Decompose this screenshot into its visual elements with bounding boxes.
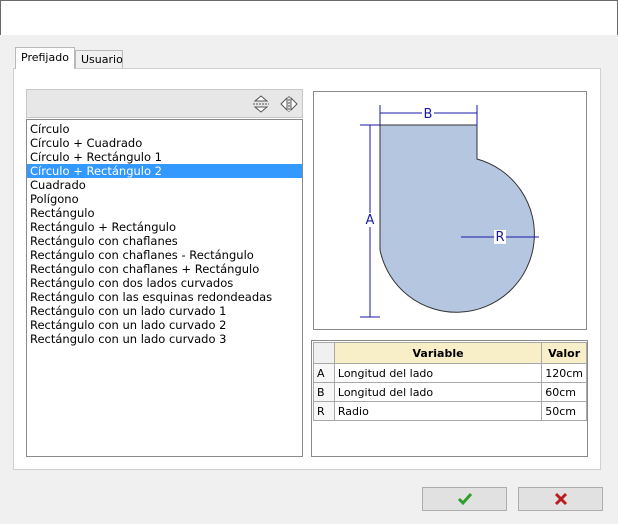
cancel-button[interactable] bbox=[518, 487, 603, 511]
sort-vertical-icon[interactable] bbox=[251, 94, 271, 114]
checkmark-icon bbox=[457, 493, 472, 506]
shapes-list: Círculo Círculo + Cuadrado Círculo + Rectá… bbox=[27, 120, 302, 346]
table-cell-variable: Radio bbox=[333, 401, 543, 421]
label-b: B bbox=[424, 107, 433, 122]
table-cell-value: 120cm bbox=[541, 363, 587, 383]
list-item[interactable]: Rectángulo con un lado curvado 1 bbox=[27, 304, 302, 318]
list-item[interactable]: Círculo + Rectángulo 1 bbox=[27, 150, 302, 164]
table-cell-value: 60cm bbox=[541, 382, 587, 402]
table-cell-key: R bbox=[313, 401, 335, 421]
table-cell-key: B bbox=[313, 382, 335, 402]
list-toolbar bbox=[26, 89, 303, 118]
list-item[interactable]: Polígono bbox=[27, 192, 302, 206]
table-row[interactable]: A Longitud del lado 120cm bbox=[313, 363, 587, 383]
tab-usuario[interactable]: Usuario bbox=[75, 50, 123, 68]
shapes-listbox[interactable]: Círculo Círculo + Cuadrado Círculo + Rectá… bbox=[26, 119, 303, 457]
dialog-title-bar bbox=[0, 0, 618, 35]
shape-preview: B A R bbox=[313, 91, 587, 330]
tab-prefijado[interactable]: Prefijado bbox=[15, 47, 75, 69]
list-item[interactable]: Rectángulo bbox=[27, 206, 302, 220]
list-item[interactable]: Círculo + Cuadrado bbox=[27, 136, 302, 150]
list-item[interactable]: Rectángulo con un lado curvado 3 bbox=[27, 332, 302, 346]
mirror-horizontal-icon[interactable] bbox=[279, 94, 299, 114]
table-header-corner bbox=[313, 342, 335, 364]
table-header-row: Variable Valor bbox=[313, 342, 587, 364]
list-item[interactable]: Rectángulo + Rectángulo bbox=[27, 220, 302, 234]
table-header-variable: Variable bbox=[333, 342, 543, 364]
list-item[interactable]: Cuadrado bbox=[27, 178, 302, 192]
variables-table: Variable Valor A Longitud del lado 120cm B L… bbox=[311, 340, 588, 457]
table-row[interactable]: R Radio 50cm bbox=[313, 401, 587, 421]
list-item[interactable]: Rectángulo con un lado curvado 2 bbox=[27, 318, 302, 332]
list-item[interactable]: Rectángulo con chaflanes - Rectángulo bbox=[27, 248, 302, 262]
label-a: A bbox=[366, 213, 375, 228]
list-item[interactable]: Rectángulo con las esquinas redondeadas bbox=[27, 290, 302, 304]
list-item[interactable]: Círculo + Rectángulo 2 bbox=[27, 164, 302, 178]
table-cell-variable: Longitud del lado bbox=[333, 382, 543, 402]
shape-outline bbox=[379, 124, 535, 313]
list-item[interactable]: Rectángulo con chaflanes + Rectángulo bbox=[27, 262, 302, 276]
table-cell-variable: Longitud del lado bbox=[333, 363, 543, 383]
list-item[interactable]: Círculo bbox=[27, 122, 302, 136]
ok-button[interactable] bbox=[422, 487, 507, 511]
list-item[interactable]: Rectángulo con chaflanes bbox=[27, 234, 302, 248]
table-cell-value: 50cm bbox=[541, 401, 587, 421]
shape-diagram: B A R bbox=[360, 105, 539, 318]
x-icon bbox=[554, 492, 567, 506]
table-row[interactable]: B Longitud del lado 60cm bbox=[313, 382, 587, 402]
table-cell-key: A bbox=[313, 363, 335, 383]
label-r: R bbox=[495, 230, 504, 245]
list-item[interactable]: Rectángulo con dos lados curvados bbox=[27, 276, 302, 290]
table-header-value: Valor bbox=[541, 342, 587, 364]
